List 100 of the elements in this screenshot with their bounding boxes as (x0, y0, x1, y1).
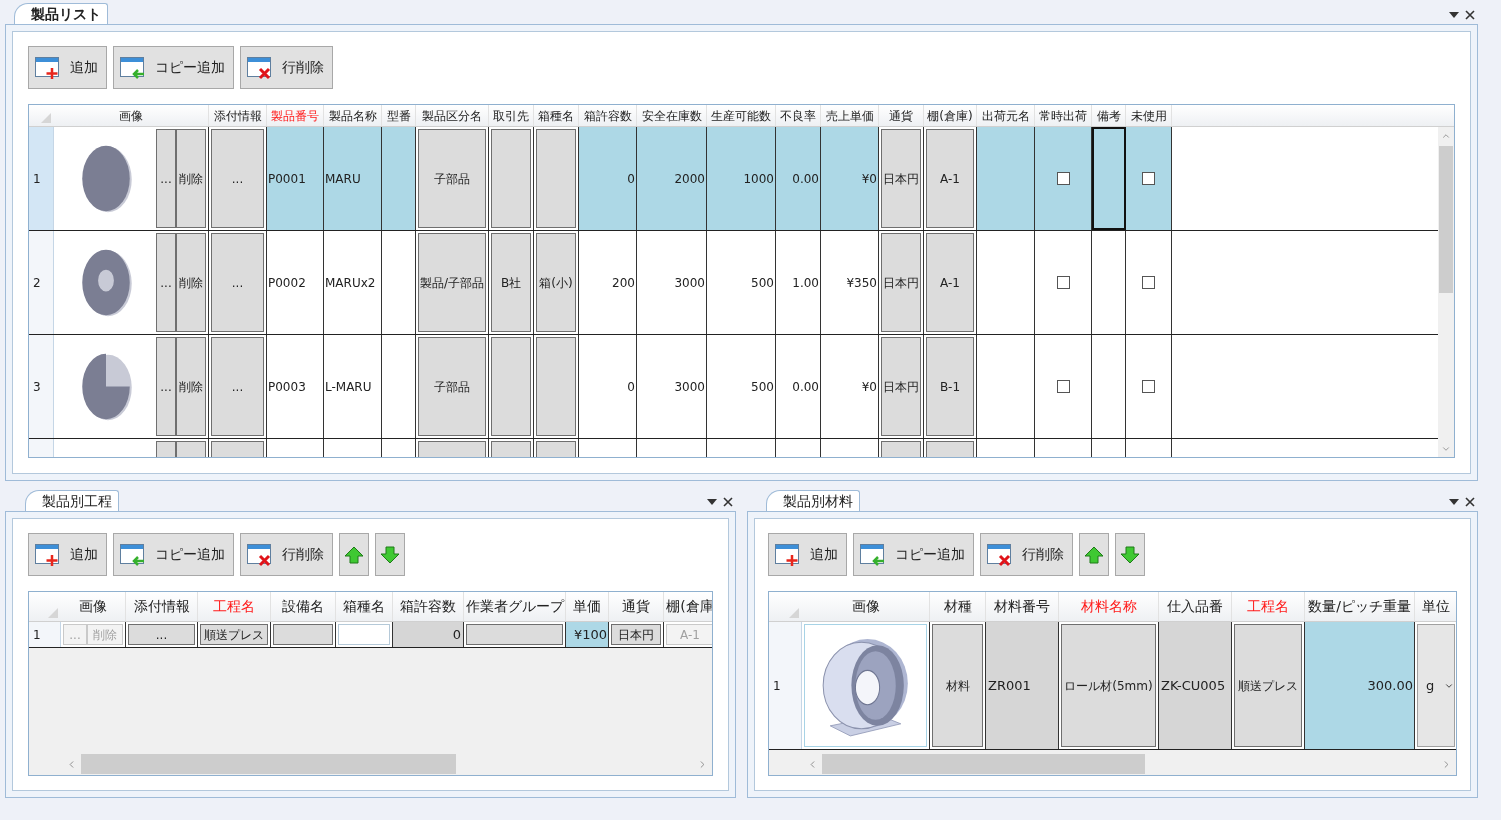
row-header[interactable]: 3 (29, 335, 54, 438)
toolbar-button[interactable]: コピー追加 (113, 533, 234, 576)
toolbar-button[interactable]: 行削除 (240, 533, 333, 576)
cell-button[interactable] (273, 624, 333, 645)
cell-button[interactable]: ... (156, 129, 176, 228)
cell-button[interactable]: 材料 (932, 624, 983, 747)
panel-menu-icon[interactable] (1449, 12, 1459, 18)
column-header[interactable]: 単位 (1415, 592, 1456, 621)
cell-button[interactable]: ... (156, 233, 176, 332)
checkbox[interactable] (1142, 172, 1155, 185)
cell-button[interactable]: ... (156, 337, 176, 436)
close-icon[interactable] (723, 497, 733, 507)
checkbox[interactable] (1142, 380, 1155, 393)
cell-button[interactable]: 削除 (176, 129, 206, 228)
column-header[interactable]: 常時出荷 (1035, 105, 1092, 126)
column-header[interactable]: 画像 (54, 105, 209, 126)
column-header[interactable]: 取引先 (489, 105, 534, 126)
move-down-button[interactable] (1115, 533, 1145, 576)
toolbar-button[interactable]: 追加 (28, 46, 107, 89)
dropdown[interactable]: g (1417, 624, 1456, 747)
column-header[interactable]: 製品番号 (267, 105, 324, 126)
toolbar-button[interactable]: 追加 (28, 533, 107, 576)
column-header[interactable]: 売上単価 (821, 105, 879, 126)
cell-button[interactable]: 順送プレス (1234, 624, 1302, 747)
checkbox[interactable] (1142, 276, 1155, 289)
row-header[interactable]: 2 (29, 231, 54, 334)
panel-tab[interactable]: 製品別材料 (766, 490, 860, 511)
cell-button[interactable]: ... (211, 233, 264, 332)
toolbar-button[interactable]: コピー追加 (113, 46, 234, 89)
cell-button[interactable] (536, 129, 576, 228)
scrollbar-thumb[interactable] (81, 754, 456, 774)
column-header[interactable]: 箱許容数 (393, 592, 464, 621)
column-header[interactable]: 型番 (382, 105, 416, 126)
cell-button[interactable]: 順送プレス (200, 624, 268, 645)
column-header[interactable]: 箱種名 (534, 105, 579, 126)
cell-button[interactable]: A-1 (926, 129, 974, 228)
column-header[interactable]: 画像 (802, 592, 930, 621)
cell-button[interactable]: 日本円 (611, 624, 661, 645)
column-header[interactable]: 画像 (61, 592, 126, 621)
toolbar-button[interactable]: コピー追加 (853, 533, 974, 576)
cell-button[interactable]: 削除 (176, 337, 206, 436)
column-header[interactable]: 製品区分名 (416, 105, 489, 126)
column-header[interactable]: 通貨 (879, 105, 924, 126)
column-header[interactable]: 不良率 (776, 105, 821, 126)
column-header[interactable]: 数量/ピッチ重量 (1305, 592, 1415, 621)
column-header[interactable]: 作業者グループ (464, 592, 566, 621)
scroll-up-icon[interactable] (1441, 131, 1451, 141)
cell-button[interactable]: B社 (491, 233, 531, 332)
column-header[interactable]: 設備名 (271, 592, 336, 621)
checkbox[interactable] (1056, 276, 1070, 289)
column-header[interactable]: 添付情報 (126, 592, 198, 621)
move-up-button[interactable] (1079, 533, 1109, 576)
column-header[interactable]: 製品名称 (324, 105, 382, 126)
cell-button[interactable] (491, 129, 531, 228)
row-header[interactable]: 1 (29, 622, 61, 647)
panel-tab[interactable]: 製品別工程 (25, 490, 119, 511)
cell-button[interactable]: B-1 (926, 337, 974, 436)
checkbox[interactable] (1056, 172, 1070, 185)
cell-button[interactable]: 子部品 (418, 129, 486, 228)
cell-button[interactable]: 箱(小) (536, 233, 576, 332)
toolbar-button[interactable]: 追加 (768, 533, 847, 576)
column-header[interactable]: 工程名 (198, 592, 271, 621)
checkbox[interactable] (1056, 380, 1070, 393)
move-up-button[interactable] (339, 533, 369, 576)
close-icon[interactable] (1465, 10, 1475, 20)
scrollbar-thumb[interactable] (822, 754, 1145, 774)
cell-button[interactable] (466, 624, 563, 645)
cell-button[interactable]: A-1 (926, 233, 974, 332)
column-header[interactable]: 生産可能数 (707, 105, 776, 126)
cell-button[interactable]: 日本円 (881, 129, 921, 228)
close-icon[interactable] (1465, 497, 1475, 507)
cell-button[interactable]: ... (211, 129, 264, 228)
column-header[interactable]: 箱種名 (336, 592, 393, 621)
column-header[interactable]: 材料番号 (986, 592, 1059, 621)
column-header[interactable]: 材種 (930, 592, 986, 621)
cell-button[interactable] (536, 337, 576, 436)
column-header[interactable]: 安全在庫数 (637, 105, 707, 126)
cell-button[interactable]: ... (128, 624, 195, 645)
panel-menu-icon[interactable] (707, 499, 717, 505)
cell-button[interactable]: ... (211, 337, 264, 436)
cell-button[interactable]: 削除 (176, 233, 206, 332)
row-header[interactable]: 1 (769, 622, 802, 749)
column-header[interactable]: 工程名 (1232, 592, 1305, 621)
cell-button[interactable]: ロール材(5mm) (1061, 624, 1156, 747)
column-header[interactable]: 通貨 (609, 592, 664, 621)
column-header[interactable]: 出荷元名 (977, 105, 1035, 126)
panel-menu-icon[interactable] (1449, 499, 1459, 505)
toolbar-button[interactable]: 行削除 (980, 533, 1073, 576)
column-header[interactable]: 棚(倉庫) (924, 105, 977, 126)
column-header[interactable]: 備考 (1092, 105, 1126, 126)
column-header[interactable]: 未使用 (1126, 105, 1172, 126)
move-down-button[interactable] (375, 533, 405, 576)
scrollbar-thumb[interactable] (1439, 146, 1453, 293)
cell-button[interactable]: 子部品 (418, 337, 486, 436)
cell-button[interactable] (491, 337, 531, 436)
row-header[interactable]: 1 (29, 127, 54, 230)
cell-button[interactable]: 日本円 (881, 337, 921, 436)
cell-button[interactable]: 日本円 (881, 233, 921, 332)
scroll-down-icon[interactable] (1441, 444, 1451, 454)
column-header[interactable]: 材料名称 (1059, 592, 1159, 621)
